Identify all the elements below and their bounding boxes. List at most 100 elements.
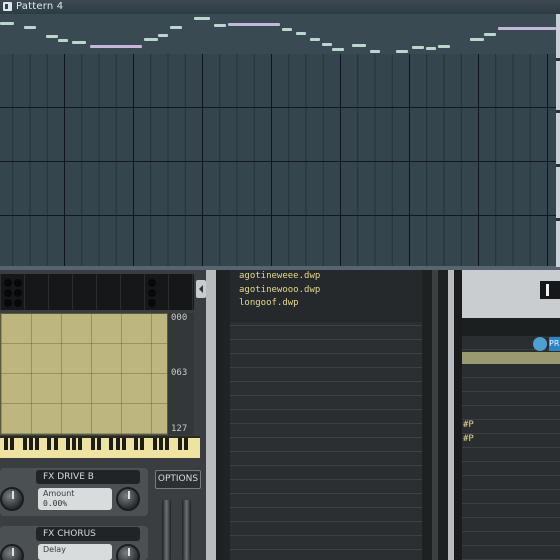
note[interactable] bbox=[0, 22, 14, 25]
note[interactable] bbox=[296, 32, 306, 35]
note[interactable] bbox=[214, 24, 226, 27]
amount-label: Amount bbox=[43, 489, 75, 498]
note[interactable] bbox=[426, 47, 436, 50]
piano-black-key[interactable] bbox=[183, 438, 188, 450]
piano-black-key[interactable] bbox=[22, 438, 27, 450]
note[interactable] bbox=[332, 48, 344, 51]
piano-roll-window: Pattern 4 bbox=[0, 0, 560, 270]
scale-label-bottom: 127 bbox=[171, 424, 188, 434]
scale-label-top: 000 bbox=[171, 313, 188, 323]
piano-black-key[interactable] bbox=[159, 438, 163, 450]
note[interactable] bbox=[370, 50, 380, 53]
panel-divider-shadow bbox=[216, 270, 221, 560]
step-pad-row[interactable] bbox=[0, 274, 194, 310]
piano-black-key[interactable] bbox=[4, 438, 8, 450]
instrument-plugin: 000 063 127 FX DRIVE B Amount 0.00% OPTI… bbox=[0, 270, 216, 560]
fx-chorus-delay-field[interactable]: Delay bbox=[38, 544, 112, 560]
piano-black-key[interactable] bbox=[140, 438, 145, 450]
pad-dot-icon[interactable] bbox=[148, 289, 156, 297]
note[interactable] bbox=[228, 23, 280, 26]
pad-dot-icon[interactable] bbox=[4, 299, 12, 307]
file-item[interactable]: agotineweee.dwp bbox=[239, 270, 320, 282]
note[interactable] bbox=[484, 33, 496, 36]
piano-black-key[interactable] bbox=[115, 438, 120, 450]
highlighted-track[interactable] bbox=[462, 352, 560, 364]
piano-roll-titlebar[interactable]: Pattern 4 bbox=[0, 0, 560, 15]
envelope-display[interactable] bbox=[0, 313, 168, 435]
fx-drive-amount-field[interactable]: Amount 0.00% bbox=[38, 488, 112, 510]
panel-divider[interactable] bbox=[206, 270, 216, 560]
pad-dot-icon[interactable] bbox=[148, 299, 156, 307]
playlist-toolbar bbox=[462, 318, 560, 336]
piano-black-key[interactable] bbox=[47, 438, 52, 450]
piano-roll-grid[interactable] bbox=[0, 54, 556, 267]
note[interactable] bbox=[412, 46, 424, 49]
daw-screen: Pattern 4 000 063 127 FX DRIVE B Amount … bbox=[0, 0, 560, 560]
note[interactable] bbox=[158, 34, 168, 37]
pad-dot-icon[interactable] bbox=[14, 299, 22, 307]
window-title: Pattern 4 bbox=[16, 1, 64, 12]
piano-black-key[interactable] bbox=[134, 438, 139, 450]
note[interactable] bbox=[310, 38, 320, 41]
note[interactable] bbox=[58, 39, 68, 42]
piano-black-key[interactable] bbox=[152, 438, 157, 450]
scrollbar-thumb[interactable] bbox=[432, 270, 438, 560]
note[interactable] bbox=[322, 43, 332, 46]
note[interactable] bbox=[46, 35, 58, 38]
pr-tag[interactable]: PR bbox=[549, 337, 560, 351]
piano-black-key[interactable] bbox=[121, 438, 126, 450]
piano-black-key[interactable] bbox=[109, 438, 114, 450]
pad-dot-icon[interactable] bbox=[148, 279, 156, 287]
note[interactable] bbox=[90, 45, 142, 48]
scrollbar-tick bbox=[556, 164, 560, 167]
note[interactable] bbox=[470, 38, 484, 41]
amount-value: 0.00% bbox=[43, 499, 68, 508]
note[interactable] bbox=[24, 26, 36, 29]
piano-black-key[interactable] bbox=[28, 438, 33, 450]
note[interactable] bbox=[498, 27, 556, 30]
piano-black-key[interactable] bbox=[72, 438, 77, 450]
pattern-label: #P bbox=[463, 434, 474, 444]
fx-drive-title: FX DRIVE B bbox=[36, 470, 140, 484]
piano-black-key[interactable] bbox=[66, 438, 70, 450]
note[interactable] bbox=[438, 45, 450, 48]
pause-icon[interactable] bbox=[540, 281, 560, 299]
piano-black-key[interactable] bbox=[165, 438, 170, 450]
knob-icon[interactable] bbox=[116, 487, 140, 511]
piano-black-key[interactable] bbox=[97, 438, 101, 450]
piano-black-key[interactable] bbox=[53, 438, 58, 450]
piano-keyboard[interactable] bbox=[0, 436, 200, 458]
knob-icon[interactable] bbox=[0, 487, 24, 511]
note[interactable] bbox=[282, 28, 292, 31]
pad-dot-icon[interactable] bbox=[14, 289, 22, 297]
scrollbar-tick bbox=[556, 218, 560, 221]
browse-icon[interactable] bbox=[533, 337, 547, 351]
note[interactable] bbox=[194, 17, 210, 20]
piano-black-key[interactable] bbox=[90, 438, 95, 450]
piano-black-key[interactable] bbox=[177, 438, 182, 450]
file-item[interactable]: longoof.dwp bbox=[239, 297, 299, 309]
piano-black-key[interactable] bbox=[10, 438, 15, 450]
panel-divider-shadow bbox=[454, 270, 462, 560]
piano-black-key[interactable] bbox=[35, 438, 39, 450]
pad-dot-icon[interactable] bbox=[4, 279, 12, 287]
note-event-lane[interactable] bbox=[0, 14, 560, 54]
fx-chorus-title: FX CHORUS bbox=[36, 527, 140, 541]
note[interactable] bbox=[144, 38, 158, 41]
pad-dot-icon[interactable] bbox=[4, 289, 12, 297]
note[interactable] bbox=[72, 41, 86, 44]
delay-label: Delay bbox=[43, 545, 66, 554]
window-menu-icon[interactable] bbox=[3, 2, 12, 11]
piano-black-key[interactable] bbox=[78, 438, 83, 450]
piano-roll-scrollbar[interactable] bbox=[556, 14, 560, 267]
note[interactable] bbox=[352, 44, 366, 47]
volume-fader[interactable] bbox=[162, 500, 171, 560]
options-button[interactable]: OPTIONS bbox=[155, 470, 201, 489]
pad-dot-icon[interactable] bbox=[14, 279, 22, 287]
note[interactable] bbox=[170, 26, 182, 29]
collapse-arrow-icon[interactable] bbox=[196, 280, 206, 298]
note[interactable] bbox=[396, 50, 408, 53]
scale-label-mid: 063 bbox=[171, 368, 188, 378]
pan-fader[interactable] bbox=[182, 500, 191, 560]
file-item[interactable]: agotinewooo.dwp bbox=[239, 284, 320, 296]
